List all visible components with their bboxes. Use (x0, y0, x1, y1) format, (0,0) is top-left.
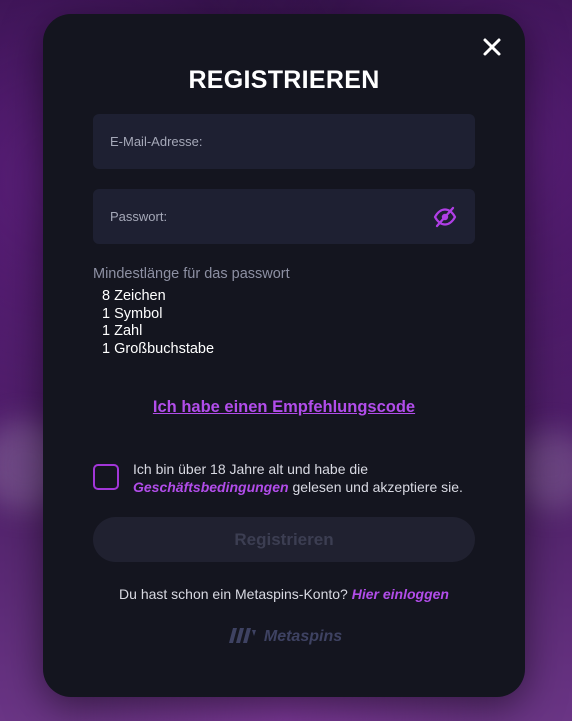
terms-link[interactable]: Geschäftsbedingungen (133, 479, 289, 495)
eye-off-icon[interactable] (433, 206, 457, 228)
login-link[interactable]: Hier einloggen (352, 586, 449, 602)
brand-name: Metaspins (263, 628, 343, 645)
requirement-item: 1 Zahl (102, 323, 143, 339)
requirement-item: 1 Großbuchstabe (102, 340, 215, 357)
terms-text-before: Ich bin über 18 Jahre alt und habe die (133, 461, 369, 477)
requirement-item: 8 Zeichen (102, 288, 166, 304)
referral-link-row: Ich habe einen Empfehlungscode (43, 398, 525, 417)
password-field-wrapper (93, 189, 475, 244)
email-field[interactable] (93, 114, 475, 169)
login-row: Du hast schon ein Metaspins-Konto? Hier … (43, 586, 525, 602)
brand-logo: Metaspins (43, 624, 525, 650)
terms-row: Ich bin über 18 Jahre alt und habe die G… (93, 460, 493, 500)
password-requirements-title: Mindestlänge für das passwort (93, 266, 290, 282)
terms-checkbox[interactable] (93, 464, 119, 490)
referral-code-link[interactable]: Ich habe einen Empfehlungscode (153, 398, 415, 416)
terms-text: Ich bin über 18 Jahre alt und habe die G… (133, 460, 493, 496)
password-requirements-list: 8 Zeichen 1 Symbol 1 Zahl 1 Großbuchstab… (102, 288, 214, 358)
register-modal: REGISTRIEREN Mindestlänge für das passwo… (43, 14, 525, 697)
metaspins-logo-icon (226, 625, 260, 650)
email-field-wrapper (93, 114, 475, 169)
close-icon[interactable] (481, 36, 503, 58)
terms-text-after: gelesen und akzeptiere sie. (288, 479, 463, 495)
password-field[interactable] (93, 189, 475, 244)
login-prompt: Du hast schon ein Metaspins-Konto? (119, 586, 348, 602)
requirement-item: 1 Symbol (102, 305, 163, 322)
register-button[interactable]: Registrieren (93, 517, 475, 562)
modal-title: REGISTRIEREN (188, 66, 380, 94)
